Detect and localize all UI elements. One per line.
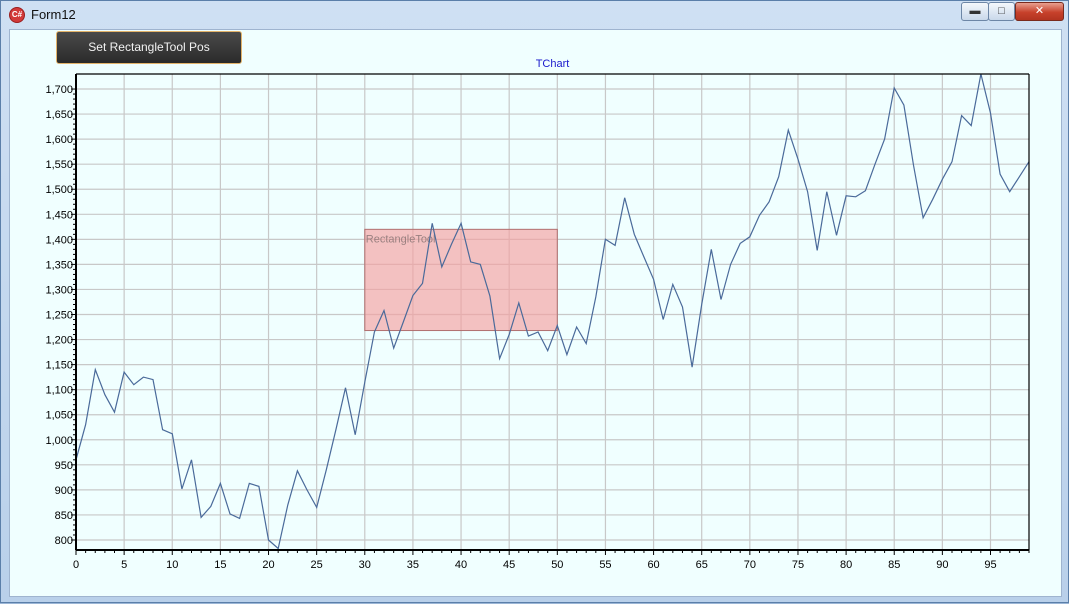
x-tick-label: 80	[840, 559, 852, 571]
y-tick-label: 1,700	[45, 84, 73, 96]
y-tick-label: 1,050	[45, 410, 73, 422]
app-window: C# Form12 ▬ □ ✕ TChart RectangleTool 0 5 10 1…	[0, 0, 1069, 603]
x-tick-label: 5	[121, 559, 127, 571]
x-tick-label: 0	[73, 559, 79, 571]
x-tick-label: 15	[214, 559, 226, 571]
x-tick-label: 30	[359, 559, 371, 571]
y-tick-label: 1,600	[45, 134, 73, 146]
y-tick-label: 800	[55, 535, 73, 547]
tchart[interactable]: TChart RectangleTool 0 5 10 15 20 25 30 35 40 45 50 5…	[1, 1, 1069, 604]
set-rectangletool-pos-button[interactable]: Set RectangleTool Pos	[56, 31, 242, 64]
x-tick-label: 75	[792, 559, 804, 571]
y-tick-label: 950	[55, 460, 73, 472]
y-tick-label: 1,300	[45, 284, 73, 296]
y-tick-label: 900	[55, 485, 73, 497]
x-tick-label: 65	[696, 559, 708, 571]
y-tick-label: 1,450	[45, 209, 73, 221]
y-tick-label: 1,550	[45, 159, 73, 171]
y-tick-label: 1,200	[45, 335, 73, 347]
y-tick-label: 1,150	[45, 360, 73, 372]
x-tick-label: 45	[503, 559, 515, 571]
x-tick-label: 10	[166, 559, 178, 571]
y-tick-label: 1,400	[45, 234, 73, 246]
y-tick-label: 1,500	[45, 184, 73, 196]
x-tick-label: 50	[551, 559, 563, 571]
y-tick-label: 1,000	[45, 435, 73, 447]
x-tick-label: 55	[599, 559, 611, 571]
x-tick-label: 90	[936, 559, 948, 571]
x-tick-label: 85	[888, 559, 900, 571]
y-tick-label: 1,250	[45, 310, 73, 322]
y-tick-label: 850	[55, 510, 73, 522]
rectangle-tool-label: RectangleTool	[366, 233, 436, 245]
y-tick-label: 1,650	[45, 109, 73, 121]
y-tick-label: 1,350	[45, 259, 73, 271]
x-tick-label: 40	[455, 559, 467, 571]
y-tick-label: 1,100	[45, 385, 73, 397]
x-tick-label: 60	[647, 559, 659, 571]
x-tick-label: 20	[262, 559, 274, 571]
x-tick-label: 70	[744, 559, 756, 571]
chart-title: TChart	[536, 58, 570, 70]
x-tick-label: 95	[984, 559, 996, 571]
x-tick-label: 25	[311, 559, 323, 571]
x-tick-label: 35	[407, 559, 419, 571]
